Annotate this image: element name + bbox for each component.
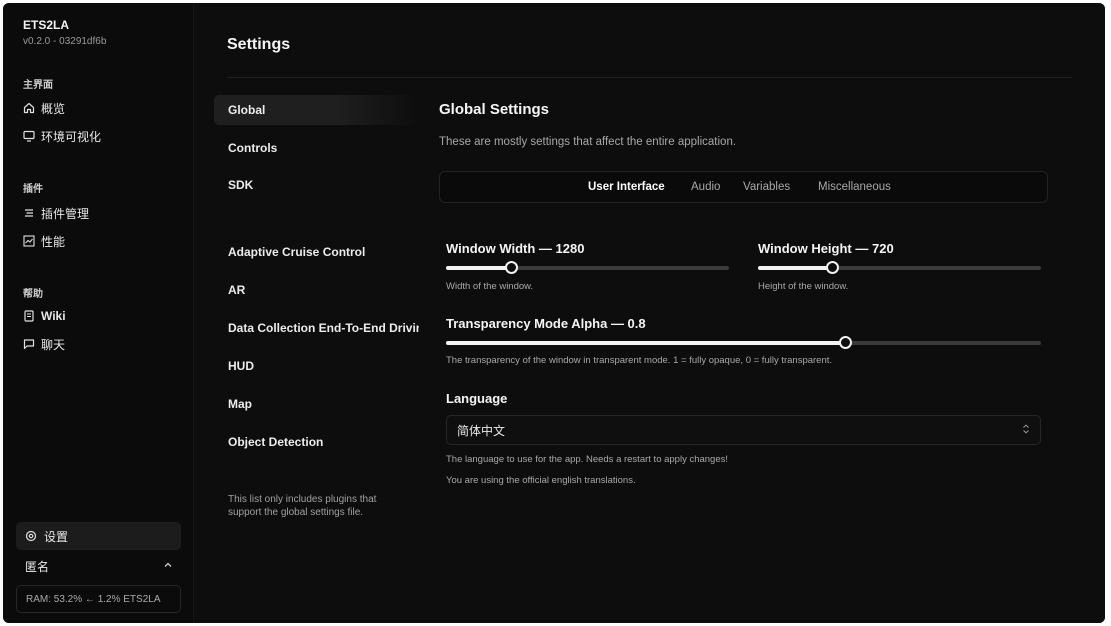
slider-fill	[758, 266, 832, 270]
slider-thumb[interactable]	[825, 261, 839, 274]
list-icon	[23, 207, 35, 219]
chevron-up-icon	[163, 559, 173, 573]
nav-section-plugins: 插件	[23, 184, 43, 195]
window-width-label: Window Width — 1280	[446, 241, 585, 256]
nav-item-plugin-manager[interactable]: 插件管理	[23, 204, 89, 222]
nav-item-label: 概览	[41, 101, 66, 116]
plugin-item-global[interactable]: Global	[214, 95, 419, 125]
chat-icon	[23, 338, 35, 350]
chevron-updown-icon	[1022, 424, 1030, 436]
language-description: The language to use for the app. Needs a…	[446, 454, 729, 465]
account-menu[interactable]: 匿名	[16, 554, 181, 578]
tab-audio[interactable]: Audio	[691, 181, 720, 193]
nav-item-visualization[interactable]: 环境可视化	[23, 127, 101, 145]
monitor-icon	[23, 130, 35, 142]
chart-icon	[23, 235, 35, 247]
book-icon	[23, 310, 35, 322]
nav-item-chat[interactable]: 聊天	[23, 335, 65, 353]
window-height-description: Height of the window.	[758, 281, 849, 292]
plugin-list-note: This list only includes plugins that sup…	[228, 494, 377, 518]
section-title: Global Settings	[439, 101, 550, 118]
ram-status: RAM: 53.2% ← 1.2% ETS2LA	[16, 585, 181, 613]
nav-item-label: 聊天	[41, 337, 66, 352]
language-label: Language	[446, 391, 508, 406]
gear-icon	[25, 530, 37, 542]
nav-item-label: Wiki	[41, 309, 66, 323]
page-title: Settings	[227, 36, 291, 53]
nav-item-wiki[interactable]: Wiki	[23, 307, 66, 325]
account-label: 匿名	[25, 559, 50, 574]
home-icon	[23, 102, 35, 114]
divider	[227, 77, 1072, 78]
plugin-item-acc[interactable]: Adaptive Cruise Control	[214, 237, 419, 267]
language-select[interactable]: 简体中文	[446, 415, 1041, 445]
app-window: ETS2LA v0.2.0 - 03291df6b 主界面 概览 环境可视化 插…	[3, 3, 1105, 623]
section-description: These are mostly settings that affect th…	[439, 136, 737, 148]
plugin-item-sdk[interactable]: SDK	[214, 170, 419, 200]
transparency-description: The transparency of the window in transp…	[446, 355, 833, 366]
plugin-item-object-detection[interactable]: Object Detection	[214, 427, 419, 457]
language-note: You are using the official english trans…	[446, 475, 636, 486]
window-width-description: Width of the window.	[446, 281, 534, 292]
nav-item-performance[interactable]: 性能	[23, 232, 65, 250]
main-content: Settings Global Controls SDK Adaptive Cr…	[193, 3, 1105, 623]
settings-label: 设置	[44, 529, 69, 544]
plugin-item-hud[interactable]: HUD	[214, 351, 419, 381]
nav-section-help: 帮助	[23, 289, 43, 300]
settings-button[interactable]: 设置	[16, 522, 181, 550]
app-version: v0.2.0 - 03291df6b	[23, 36, 107, 47]
nav-item-label: 插件管理	[41, 206, 90, 221]
tab-miscellaneous[interactable]: Miscellaneous	[818, 181, 891, 193]
sidebar: ETS2LA v0.2.0 - 03291df6b 主界面 概览 环境可视化 插…	[3, 3, 193, 623]
app-title: ETS2LA	[23, 18, 70, 32]
nav-item-label: 性能	[41, 234, 66, 249]
settings-tabs: User Interface Audio Variables Miscellan…	[439, 171, 1048, 203]
transparency-label: Transparency Mode Alpha — 0.8	[446, 316, 646, 331]
tab-variables[interactable]: Variables	[743, 181, 790, 193]
window-height-label: Window Height — 720	[758, 241, 894, 256]
slider-fill	[446, 266, 512, 270]
window-height-slider[interactable]	[758, 261, 1041, 275]
slider-thumb[interactable]	[505, 261, 519, 274]
language-value: 简体中文	[457, 423, 506, 438]
nav-item-label: 环境可视化	[41, 129, 102, 144]
plugin-item-controls[interactable]: Controls	[214, 133, 419, 163]
slider-fill	[446, 341, 845, 345]
plugin-item-ar[interactable]: AR	[214, 275, 419, 305]
slider-thumb[interactable]	[838, 336, 852, 349]
transparency-slider[interactable]	[446, 336, 1041, 350]
nav-item-overview[interactable]: 概览	[23, 99, 65, 117]
plugin-item-map[interactable]: Map	[214, 389, 419, 419]
tab-user-interface[interactable]: User Interface	[588, 181, 665, 193]
nav-section-main: 主界面	[23, 80, 53, 91]
plugin-item-data-collection[interactable]: Data Collection End-To-End Driving	[214, 313, 419, 343]
window-width-slider[interactable]	[446, 261, 729, 275]
